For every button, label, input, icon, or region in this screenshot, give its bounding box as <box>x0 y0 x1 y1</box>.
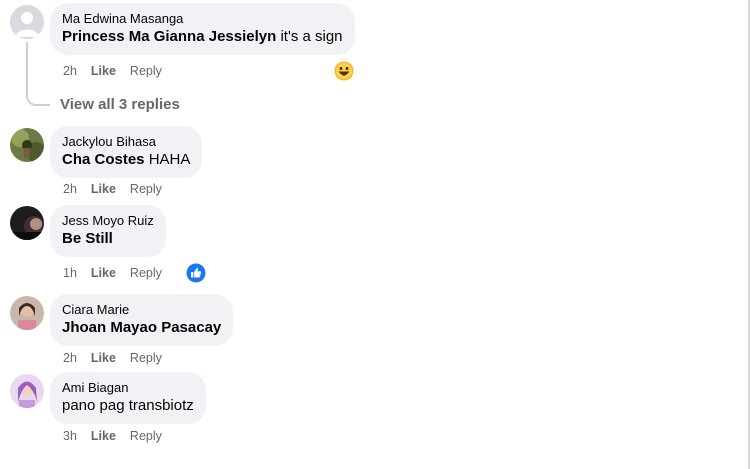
avatar[interactable] <box>10 128 44 162</box>
tagged-user[interactable]: Jhoan Mayao Pasacay <box>62 319 221 336</box>
like-button[interactable]: Like <box>91 266 116 280</box>
comment-time[interactable]: 2h <box>63 182 77 196</box>
comment-bubble: Jess Moyo Ruiz Be Still <box>50 205 166 257</box>
comment-bubble: Ciara Marie Jhoan Mayao Pasacay <box>50 294 234 346</box>
like-button[interactable]: Like <box>91 64 116 78</box>
comment-time[interactable]: 3h <box>63 429 77 443</box>
comment-actions: 2h Like Reply <box>63 182 176 196</box>
profile-photo <box>10 128 44 162</box>
like-button[interactable]: Like <box>91 351 116 365</box>
comment-actions: 2h Like Reply <box>63 64 176 78</box>
comment-actions: 1h Like Reply <box>63 266 176 280</box>
comment-text: Jhoan Mayao Pasacay <box>62 318 221 338</box>
comment-bubble: Ma Edwina Masanga Princess Ma Gianna Jes… <box>50 3 355 55</box>
comment-author[interactable]: Ami Biagan <box>62 379 194 396</box>
like-button[interactable]: Like <box>91 429 116 443</box>
comment-text: Cha Costes HAHA <box>62 150 190 170</box>
comment-author[interactable]: Jackylou Bihasa <box>62 133 190 150</box>
reply-button[interactable]: Reply <box>130 429 162 443</box>
reply-button[interactable]: Reply <box>130 351 162 365</box>
avatar[interactable] <box>10 206 44 240</box>
comment-body: HAHA <box>144 151 191 168</box>
comment-text: Be Still <box>62 229 154 249</box>
comment-text: Princess Ma Gianna Jessielyn it's a sign <box>62 27 343 47</box>
thread-connector <box>26 42 50 106</box>
comment-time[interactable]: 2h <box>63 351 77 365</box>
default-user-icon <box>10 5 44 39</box>
comment-text: pano pag transbiotz <box>62 396 194 416</box>
comment-author[interactable]: Ma Edwina Masanga <box>62 10 343 27</box>
comment-author[interactable]: Ciara Marie <box>62 301 221 318</box>
like-button[interactable]: Like <box>91 182 116 196</box>
profile-photo <box>10 296 44 330</box>
profile-photo <box>10 206 44 240</box>
reply-button[interactable]: Reply <box>130 182 162 196</box>
tagged-user[interactable]: Princess Ma Gianna Jessielyn <box>62 28 276 45</box>
comment-body: it's a sign <box>276 28 343 45</box>
avatar[interactable] <box>10 374 44 408</box>
view-replies-link[interactable]: View all 3 replies <box>60 96 180 113</box>
comment-body: pano pag transbiotz <box>62 397 194 414</box>
comment-bubble: Jackylou Bihasa Cha Costes HAHA <box>50 126 203 178</box>
comment-time[interactable]: 2h <box>63 64 77 78</box>
comment-section: Ma Edwina Masanga Princess Ma Gianna Jes… <box>0 0 750 469</box>
comment-author[interactable]: Jess Moyo Ruiz <box>62 212 154 229</box>
reply-button[interactable]: Reply <box>130 64 162 78</box>
comment-time[interactable]: 1h <box>63 266 77 280</box>
avatar[interactable] <box>10 5 44 39</box>
tagged-user[interactable]: Be Still <box>62 230 113 247</box>
comment-actions: 3h Like Reply <box>63 429 176 443</box>
profile-photo <box>10 374 44 408</box>
laugh-reaction-icon[interactable] <box>334 61 354 81</box>
like-reaction-icon[interactable] <box>186 263 206 283</box>
comment-actions: 2h Like Reply <box>63 351 176 365</box>
tagged-user[interactable]: Cha Costes <box>62 151 145 168</box>
comment-bubble: Ami Biagan pano pag transbiotz <box>50 372 206 424</box>
avatar[interactable] <box>10 296 44 330</box>
reply-button[interactable]: Reply <box>130 266 162 280</box>
